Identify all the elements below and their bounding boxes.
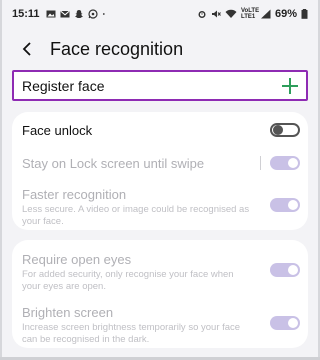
register-face-row[interactable]: Register face xyxy=(12,70,308,101)
stay-on-lock-toggle[interactable] xyxy=(270,156,300,170)
chevron-left-icon xyxy=(22,42,31,56)
require-open-eyes-description: For added security, only recognise your … xyxy=(22,269,234,292)
gallery-icon xyxy=(46,10,56,18)
back-button[interactable] xyxy=(16,38,38,60)
status-left-icons xyxy=(46,9,108,19)
page-title: Face recognition xyxy=(50,38,184,59)
header: Face recognition xyxy=(2,28,318,70)
wifi-icon xyxy=(225,9,237,18)
status-bar: 15:11 VoLTE LTE1 69% xyxy=(2,0,318,28)
status-right-icons: VoLTE LTE1 69% xyxy=(197,8,308,20)
snapchat-icon xyxy=(74,10,83,18)
battery-percentage: 69% xyxy=(274,8,297,20)
divider xyxy=(260,156,261,170)
mail-icon xyxy=(60,10,70,18)
require-open-eyes-toggle[interactable] xyxy=(270,263,300,277)
require-open-eyes-label: Require open eyes xyxy=(22,252,132,267)
faster-recognition-toggle[interactable] xyxy=(270,198,300,212)
face-unlock-card: Face unlock Stay on Lock screen until sw… xyxy=(12,112,308,230)
toggle-knob xyxy=(288,265,298,275)
plus-icon[interactable] xyxy=(282,77,298,94)
face-unlock-row[interactable]: Face unlock xyxy=(12,122,308,142)
phone-screen: 15:11 VoLTE LTE1 69% Face recognition Re… xyxy=(2,0,318,360)
face-unlock-toggle[interactable] xyxy=(270,123,300,137)
dot-icon xyxy=(102,13,105,15)
stay-on-lock-label: Stay on Lock screen until swipe xyxy=(22,156,205,171)
toggle-knob xyxy=(288,200,298,210)
brighten-screen-description: Increase screen brightness temporarily s… xyxy=(22,322,241,345)
toggle-knob xyxy=(288,158,298,168)
status-time: 15:11 xyxy=(12,8,40,20)
security-options-card: Require open eyes For added security, on… xyxy=(12,240,308,348)
whatsapp-icon xyxy=(87,9,98,19)
faster-recognition-description: Less secure. A video or image could be r… xyxy=(22,204,250,227)
brighten-screen-row[interactable]: Brighten screen Increase screen brightne… xyxy=(12,305,308,345)
network-type: VoLTE LTE1 xyxy=(240,8,260,20)
stay-on-lock-row[interactable]: Stay on Lock screen until swipe xyxy=(12,155,308,175)
brighten-screen-toggle[interactable] xyxy=(270,316,300,330)
faster-recognition-row[interactable]: Faster recognition Less secure. A video … xyxy=(12,187,308,227)
brighten-screen-label: Brighten screen xyxy=(22,305,114,320)
face-unlock-label: Face unlock xyxy=(22,123,93,138)
register-face-label: Register face xyxy=(22,77,105,94)
alarm-icon xyxy=(198,11,206,18)
battery-icon xyxy=(301,9,308,19)
mute-icon xyxy=(211,10,221,18)
signal-icon xyxy=(260,9,271,19)
toggle-knob xyxy=(273,125,283,135)
toggle-knob xyxy=(288,318,298,328)
require-open-eyes-row[interactable]: Require open eyes For added security, on… xyxy=(12,252,308,292)
faster-recognition-label: Faster recognition xyxy=(22,187,127,202)
